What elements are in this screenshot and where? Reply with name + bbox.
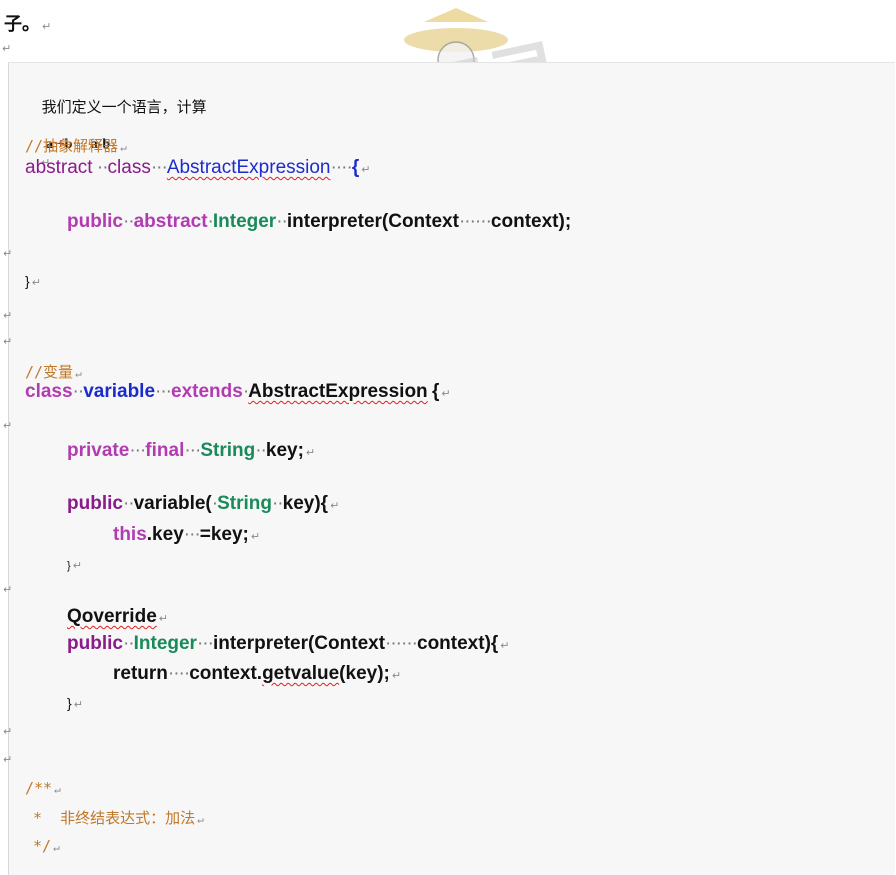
doc-comment-open: /** ↵ — [25, 779, 61, 797]
paragraph-mark: ↵ — [3, 336, 13, 348]
paragraph-mark: ↵ — [250, 531, 261, 543]
constructor-body: this.key···=key; ↵ — [113, 524, 261, 545]
comment-abstract-interpreter: //抽象解释器 ↵ — [25, 135, 127, 156]
call-target: context. — [189, 663, 263, 684]
keyword-class: class — [25, 381, 73, 402]
paragraph-mark: ↵ — [500, 640, 510, 652]
brace-close-line: } ↵ — [25, 273, 41, 289]
paragraph-mark: ↵ — [120, 141, 127, 154]
paragraph-mark: ↵ — [54, 783, 61, 796]
brace-close: } — [25, 273, 30, 289]
paragraph-mark: ↵ — [361, 164, 371, 176]
paragraph-mark: ↵ — [53, 841, 60, 854]
method-signature: interpreter(Context — [286, 211, 459, 232]
constructor-param: key){ — [282, 493, 329, 514]
method-param: context){ — [417, 633, 499, 654]
heading-continuation: 子。 ↵ — [4, 10, 51, 36]
paragraph-mark: ↵ — [197, 813, 204, 826]
method-param: context); — [490, 211, 572, 232]
comment-variable: //变量 ↵ — [25, 361, 82, 382]
paragraph-mark: ↵ — [391, 670, 402, 682]
comment-text: /** — [25, 779, 53, 797]
paragraph-mark: ↵ — [330, 500, 340, 512]
paragraph-mark: ↵ — [75, 367, 82, 380]
keyword-final: final — [145, 440, 185, 461]
superclass-name: AbstractExpression — [248, 381, 428, 402]
abstract-method-declaration: public··abstract·Integer··interpreter(Co… — [67, 211, 572, 232]
paragraph-mark: ↵ — [72, 560, 82, 572]
comment-text: * 非终结表达式：加法 — [33, 809, 196, 827]
paragraph-mark: ↵ — [3, 310, 13, 322]
code-block: 我们定义一个语言，计算 a·+b·····a-b ↵ //抽象解释器 ↵ abst… — [3, 62, 895, 875]
keyword-public: public — [67, 211, 123, 232]
annotation: Qoverride — [67, 606, 157, 627]
field-name: key; — [265, 440, 304, 461]
intro-text: 我们定义一个语言，计算 — [41, 99, 207, 116]
paragraph-mark: ↵ — [3, 726, 13, 738]
keyword-abstract: abstract — [25, 157, 93, 178]
return-statement: return····context.getvalue(key); ↵ — [113, 663, 402, 684]
comment-text: //抽象解释器 — [25, 137, 119, 155]
keyword-this: this — [113, 524, 147, 545]
brace-open: { — [431, 381, 440, 402]
class-name: variable — [83, 381, 156, 402]
assignment: =key; — [199, 524, 249, 545]
field-declaration: private···final···String··key; ↵ — [67, 440, 316, 461]
call-args: (key); — [339, 663, 390, 684]
paragraph-mark: ↵ — [3, 584, 13, 596]
comment-text: //变量 — [25, 363, 74, 381]
call-method: getvalue — [262, 663, 340, 684]
type-integer: Integer — [212, 211, 277, 232]
brace-open: { — [351, 157, 360, 178]
keyword-abstract: abstract — [133, 211, 208, 232]
paragraph-mark: ↵ — [3, 754, 13, 766]
paragraph-mark: ↵ — [158, 613, 168, 625]
method-signature: interpreter(Context — [212, 633, 386, 654]
override-method-declaration: public··Integer···interpreter(Context···… — [67, 633, 510, 654]
paragraph-mark: ↵ — [73, 699, 83, 711]
class-name: AbstractExpression — [166, 157, 331, 178]
keyword-public: public — [67, 493, 123, 514]
keyword-return: return — [113, 663, 168, 684]
paragraph-mark: ↵ — [3, 248, 13, 260]
brace-close: } — [67, 695, 72, 711]
type-string: String — [200, 440, 256, 461]
constructor-name: variable( — [133, 493, 212, 514]
field-access: .key — [146, 524, 184, 545]
type-integer: Integer — [133, 633, 197, 654]
keyword-private: private — [67, 440, 130, 461]
paragraph-mark: ↵ — [2, 43, 12, 55]
paragraph-mark: ↵ — [441, 388, 451, 400]
comment-text: */ — [33, 837, 52, 855]
constructor-declaration: public··variable(·String··key){↵ — [67, 493, 340, 514]
doc-comment-body: * 非终结表达式：加法 ↵ — [33, 807, 204, 828]
override-annotation: Qoverride ↵ — [67, 606, 168, 628]
doc-comment-close: */↵ — [33, 837, 60, 855]
method-close: } ↵ — [67, 695, 83, 711]
class-declaration-variable: class··variable···extends·AbstractExpres… — [25, 381, 451, 402]
heading-text: 子。 — [4, 14, 40, 34]
constructor-close: } ↵ — [67, 559, 82, 572]
paragraph-mark: ↵ — [305, 447, 316, 459]
keyword-class: class — [107, 157, 151, 178]
keyword-extends: extends — [171, 381, 243, 402]
paragraph-mark: ↵ — [42, 21, 52, 33]
type-string: String — [217, 493, 272, 514]
keyword-public: public — [67, 633, 123, 654]
paragraph-mark: ↵ — [31, 277, 41, 289]
paragraph-mark: ↵ — [3, 420, 13, 432]
brace-close: } — [67, 560, 71, 572]
class-declaration-abstract: abstract ··class···AbstractExpression···… — [25, 157, 371, 178]
